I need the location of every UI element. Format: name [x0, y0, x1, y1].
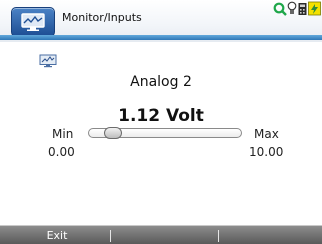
min-label: Min	[52, 127, 74, 141]
reading-value: 1.12 Volt	[118, 106, 204, 126]
softkey-divider	[218, 230, 219, 242]
min-value: 0.00	[48, 145, 75, 159]
monitor-graph-icon[interactable]	[11, 7, 55, 37]
monitor-inputs-screen: Monitor/Inputs Analog 2 1.12 Volt Min 0.…	[0, 0, 322, 244]
softkey-divider	[110, 230, 111, 242]
channel-name: Analog 2	[130, 74, 192, 90]
calculator-icon	[298, 1, 307, 20]
search-icon[interactable]	[273, 1, 287, 20]
battery-icon	[308, 1, 322, 20]
max-label: Max	[254, 127, 279, 141]
status-icons	[273, 1, 322, 21]
exit-softkey[interactable]: Exit	[2, 229, 112, 242]
page-title: Monitor/Inputs	[62, 11, 142, 24]
softkey-bar: Exit	[0, 225, 322, 244]
monitor-icon	[39, 53, 57, 68]
lightbulb-icon	[287, 1, 297, 20]
title-underline	[0, 35, 322, 40]
title-bar: Monitor/Inputs	[0, 0, 322, 42]
level-bar-indicator	[104, 127, 122, 139]
max-value: 10.00	[249, 145, 284, 159]
